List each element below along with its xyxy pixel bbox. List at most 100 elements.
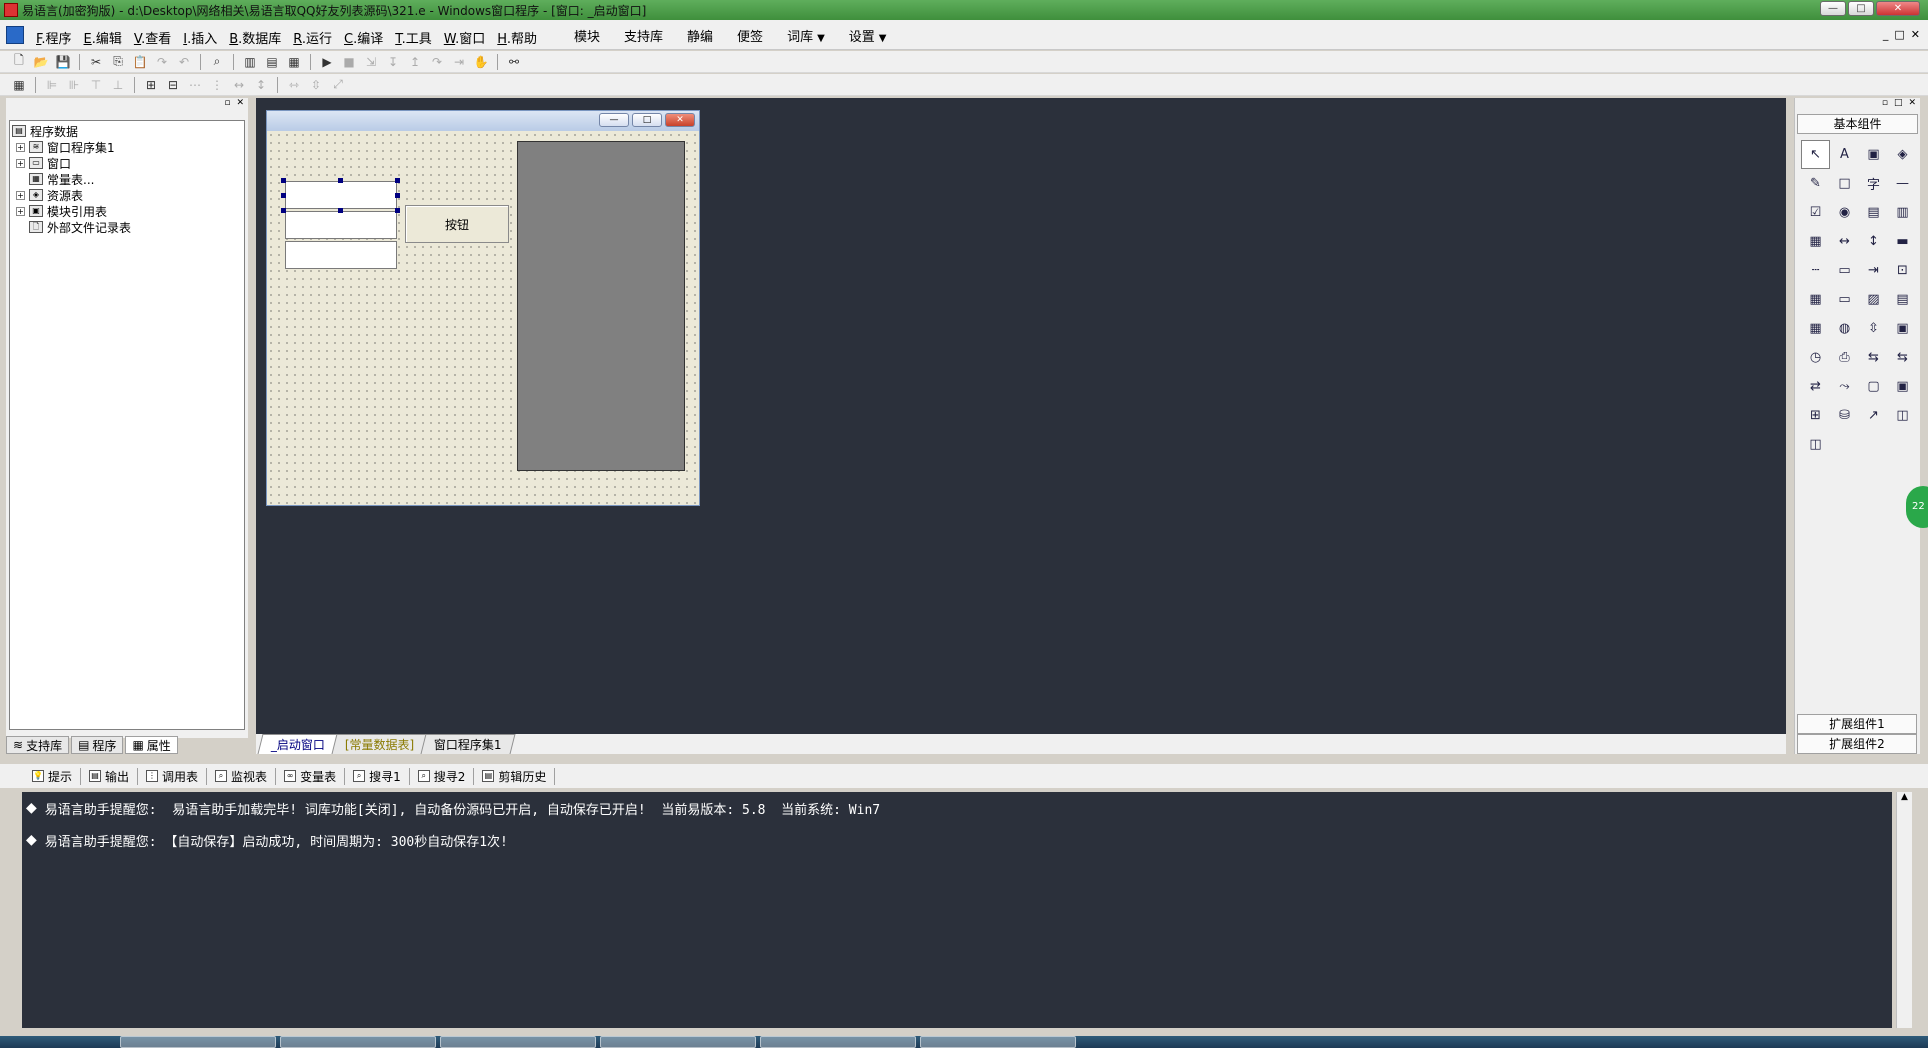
combobox-icon[interactable]: ▥ <box>1888 198 1917 227</box>
menu-program[interactable]: F.程序 <box>36 22 72 47</box>
menu-help[interactable]: H.帮助 <box>497 22 537 47</box>
form-button[interactable]: 按钮 <box>405 205 509 243</box>
side-badge[interactable]: 22 <box>1906 486 1928 528</box>
hscroll-icon[interactable]: ↔ <box>1830 227 1859 256</box>
tab-watch[interactable]: ⌕ 监视表 <box>207 767 277 785</box>
calendar-icon[interactable]: ▦ <box>1801 285 1830 314</box>
text-icon[interactable]: 字 <box>1859 169 1888 198</box>
line-icon[interactable]: — <box>1888 169 1917 198</box>
layout1-icon[interactable]: ▥ <box>241 53 259 71</box>
listbox-icon[interactable]: ▤ <box>1859 198 1888 227</box>
tab-startup-window[interactable]: _启动窗口 <box>257 734 339 754</box>
tab-clip-history[interactable]: ▤ 剪辑历史 <box>474 767 556 785</box>
printer-icon[interactable]: ⎙ <box>1830 343 1859 372</box>
mdi-restore-button[interactable]: □ <box>1894 28 1904 41</box>
button-icon[interactable]: ▭ <box>1830 285 1859 314</box>
toolbox-close-icon[interactable]: ✕ <box>1908 98 1916 110</box>
tree-item-resources[interactable]: + ◈ 资源表 <box>12 187 244 203</box>
expand-icon[interactable]: + <box>16 190 25 200</box>
menu-module[interactable]: 模块 <box>574 26 600 45</box>
edit-box-2[interactable] <box>285 211 397 239</box>
output-panel[interactable]: ◆ 易语言助手提醒您: 易语言助手加载完毕! 词库功能[关闭], 自动备份源码已… <box>22 792 1892 1028</box>
mdi-close-button[interactable]: ✕ <box>1911 28 1920 41</box>
menu-notes[interactable]: 便签 <box>737 26 763 45</box>
menu-database[interactable]: B.数据库 <box>229 22 281 47</box>
taskbar-item[interactable] <box>120 1036 276 1048</box>
taskbar-item[interactable] <box>600 1036 756 1048</box>
selection-handle[interactable] <box>281 193 286 198</box>
document-icon[interactable]: ▤ <box>1888 285 1917 314</box>
taskbar-item[interactable] <box>280 1036 436 1048</box>
step-into-icon[interactable]: ↧ <box>384 53 402 71</box>
toolbox-pin-icon[interactable]: ▫ <box>1882 98 1888 110</box>
globe-icon[interactable]: ◍ <box>1830 314 1859 343</box>
menu-tools[interactable]: T.工具 <box>395 22 432 47</box>
timer-icon[interactable]: ◷ <box>1801 343 1830 372</box>
selection-handle[interactable] <box>281 178 286 183</box>
panel-close-icon[interactable]: ✕ <box>236 98 244 110</box>
selection-handle[interactable] <box>338 208 343 213</box>
tab-constant-table[interactable]: [常量数据表] <box>331 734 428 754</box>
close-button[interactable]: ✕ <box>1876 1 1920 16</box>
selection-handle[interactable] <box>395 193 400 198</box>
tab-window-assembly[interactable]: 窗口程序集1 <box>420 734 516 754</box>
layout2-icon[interactable]: ▤ <box>263 53 281 71</box>
tab-tips[interactable]: 💡 提示 <box>24 767 82 785</box>
odbc2-icon[interactable]: ◫ <box>1801 430 1830 459</box>
progress-icon[interactable]: ▬ <box>1888 227 1917 256</box>
radio-icon[interactable]: ◉ <box>1830 198 1859 227</box>
size-both-icon[interactable]: ⤢ <box>329 76 347 94</box>
hand-icon[interactable]: ✋ <box>472 53 490 71</box>
extension-components-2[interactable]: 扩展组件2 <box>1797 734 1917 754</box>
slider-icon[interactable]: ⇥ <box>1859 256 1888 285</box>
client-icon[interactable]: ⇄ <box>1801 372 1830 401</box>
tree-icon[interactable]: ⊞ <box>1801 401 1830 430</box>
expand-icon[interactable]: + <box>16 142 25 152</box>
form-window[interactable]: — □ ✕ 按钮 <box>266 110 700 506</box>
picture-box[interactable] <box>517 141 685 471</box>
find-icon[interactable]: ⌕ <box>208 53 226 71</box>
menu-run[interactable]: R.运行 <box>293 22 332 47</box>
undo-icon[interactable]: ↶ <box>175 53 193 71</box>
taskbar-item[interactable] <box>760 1036 916 1048</box>
taskbar-item[interactable] <box>440 1036 596 1048</box>
tab-program[interactable]: ▤ 程序 <box>71 736 124 754</box>
label-icon[interactable]: A <box>1830 140 1859 169</box>
menu-dictionary[interactable]: 词库 ▼ <box>787 26 825 45</box>
binoculars-icon[interactable]: ⚯ <box>505 53 523 71</box>
toolbox-restore-icon[interactable]: □ <box>1894 98 1903 110</box>
selection-handle[interactable] <box>281 208 286 213</box>
tree-item-window-assembly[interactable]: + ≋ 窗口程序集1 <box>12 139 244 155</box>
ruler-icon[interactable]: ┄ <box>1801 256 1830 285</box>
tab-search-1[interactable]: ⌕ 搜寻1 <box>345 767 410 785</box>
menu-compile[interactable]: C.编译 <box>344 22 383 47</box>
app-menu-icon[interactable] <box>6 25 24 44</box>
tree-item-window[interactable]: + ▭ 窗口 <box>12 155 244 171</box>
vscroll-icon[interactable]: ↕ <box>1859 227 1888 256</box>
db-icon[interactable]: ⛁ <box>1830 401 1859 430</box>
size-width-icon[interactable]: ⇿ <box>285 76 303 94</box>
grid-icon[interactable]: ▦ <box>10 76 28 94</box>
window-icon[interactable]: ▢ <box>1859 372 1888 401</box>
pointer-icon[interactable]: ↖ <box>1801 140 1830 169</box>
selection-handle[interactable] <box>395 178 400 183</box>
edit-box-1[interactable] <box>285 181 397 209</box>
tree-item-program-data[interactable]: ▤ 程序数据 <box>12 123 244 139</box>
open-folder-icon[interactable]: 📂 <box>32 53 50 71</box>
selection-handle[interactable] <box>395 208 400 213</box>
chart-icon[interactable]: ↗ <box>1859 401 1888 430</box>
same-height-icon[interactable]: ↕ <box>252 76 270 94</box>
output-scrollbar[interactable]: ▲ <box>1896 792 1912 1028</box>
redo-icon[interactable]: ↷ <box>153 53 171 71</box>
tab-call-stack[interactable]: ⋮ 调用表 <box>138 767 208 785</box>
link-icon[interactable]: ⤳ <box>1830 372 1859 401</box>
tree-item-module-refs[interactable]: + ▣ 模块引用表 <box>12 203 244 219</box>
align-center-icon[interactable]: ⊪ <box>65 76 83 94</box>
table-icon[interactable]: ▦ <box>1801 314 1830 343</box>
space-v-icon[interactable]: ⋮ <box>208 76 226 94</box>
menu-static-compile[interactable]: 静编 <box>687 26 713 45</box>
form-icon[interactable]: ▣ <box>1888 314 1917 343</box>
menu-support-lib[interactable]: 支持库 <box>624 26 663 45</box>
edit-box-3[interactable] <box>285 241 397 269</box>
edit-icon[interactable]: ✎ <box>1801 169 1830 198</box>
